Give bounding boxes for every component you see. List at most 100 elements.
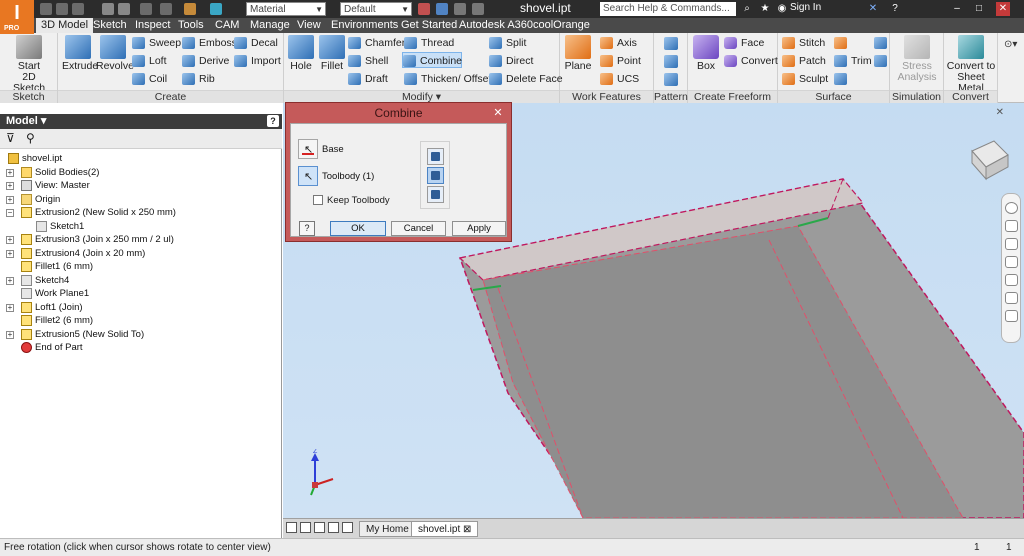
- menu-layout-icon[interactable]: [342, 522, 353, 533]
- shell-button[interactable]: Shell: [348, 53, 388, 69]
- rib-button[interactable]: Rib: [182, 71, 215, 87]
- tree-item[interactable]: − Extrusion2 (New Solid x 250 mm): [0, 206, 282, 220]
- dialog-close-icon[interactable]: ✕: [491, 106, 505, 120]
- search-input[interactable]: Search Help & Commands...: [600, 2, 736, 16]
- tree-item[interactable]: + Extrusion5 (New Solid To): [0, 328, 282, 342]
- cascade-layout-icon[interactable]: [300, 522, 311, 533]
- hole-button[interactable]: Hole: [288, 35, 314, 72]
- ucs-button[interactable]: UCS: [600, 71, 639, 87]
- tree-item[interactable]: + Solid Bodies(2): [0, 166, 282, 180]
- tree-item[interactable]: Sketch1: [0, 220, 282, 234]
- user-icon[interactable]: ◉: [775, 2, 789, 16]
- extrude-button[interactable]: Extrude: [62, 35, 98, 72]
- tab-coolorange[interactable]: coolOrange: [528, 18, 595, 33]
- appearance-combo[interactable]: Default ▼: [340, 2, 412, 16]
- tree-expander-icon[interactable]: +: [6, 330, 14, 339]
- tree-item[interactable]: shovel.ipt: [0, 152, 282, 166]
- minimize-icon[interactable]: –: [950, 2, 964, 16]
- thread-button[interactable]: Thread: [404, 35, 454, 51]
- face-button[interactable]: Face: [724, 35, 764, 51]
- tree-expander-icon[interactable]: +: [6, 249, 14, 258]
- color-icon[interactable]: [210, 3, 222, 15]
- tab-manage[interactable]: Manage: [245, 18, 295, 33]
- orbit-icon[interactable]: [1005, 292, 1018, 304]
- horizontal-layout-icon[interactable]: [328, 522, 339, 533]
- adjust-icon[interactable]: [436, 3, 448, 15]
- ribbon-options-icon[interactable]: ⊙▾: [1004, 39, 1017, 50]
- stitch-button[interactable]: Stitch: [782, 35, 825, 51]
- extend-icon[interactable]: [834, 73, 847, 85]
- split-button[interactable]: Split: [489, 35, 526, 51]
- loft-button[interactable]: Loft: [132, 53, 167, 69]
- tab-environments[interactable]: Environments: [326, 18, 403, 33]
- zoom-window-icon[interactable]: [1005, 274, 1018, 286]
- derive-button[interactable]: Derive: [182, 53, 229, 69]
- emboss-button[interactable]: Emboss: [182, 35, 237, 51]
- tab-tools[interactable]: Tools: [173, 18, 209, 33]
- cut-operation-button[interactable]: [427, 167, 444, 184]
- draft-button[interactable]: Draft: [348, 71, 388, 87]
- binoculars-icon[interactable]: ⌕: [740, 2, 754, 16]
- chamfer-button[interactable]: Chamfer: [348, 35, 405, 51]
- tree-item[interactable]: + Extrusion3 (Join x 250 mm / 2 ul): [0, 233, 282, 247]
- tree-expander-icon[interactable]: −: [6, 209, 14, 217]
- import-button[interactable]: Import: [234, 53, 281, 69]
- filter-icon[interactable]: ⊽: [6, 131, 15, 145]
- close-icon[interactable]: ✕: [996, 2, 1010, 16]
- tree-item[interactable]: + Origin: [0, 193, 282, 207]
- decal-button[interactable]: Decal: [234, 35, 278, 51]
- tree-item[interactable]: End of Part: [0, 341, 282, 355]
- tile-layout-icon[interactable]: [286, 522, 297, 533]
- find-binoculars-icon[interactable]: ⚲: [26, 131, 35, 145]
- toolbody-select-button[interactable]: ↖: [298, 166, 318, 186]
- star-icon[interactable]: ★: [758, 2, 772, 16]
- replace-face-icon[interactable]: [874, 37, 887, 49]
- tree-item[interactable]: Fillet1 (6 mm): [0, 260, 282, 274]
- exchange-icon[interactable]: ✕: [866, 2, 880, 16]
- maximize-icon[interactable]: □: [972, 2, 986, 16]
- circular-pattern-icon[interactable]: [664, 55, 678, 68]
- save-icon[interactable]: [72, 3, 84, 15]
- combine-button[interactable]: Combine: [402, 52, 462, 68]
- open-icon[interactable]: [56, 3, 68, 15]
- app-logo-icon[interactable]: I PRO: [0, 0, 34, 34]
- tree-expander-icon[interactable]: +: [6, 168, 14, 177]
- delete-face-button[interactable]: Delete Face: [489, 71, 563, 87]
- tree-item[interactable]: Fillet2 (6 mm): [0, 314, 282, 328]
- plane-button[interactable]: Plane: [564, 35, 592, 72]
- tree-item[interactable]: + View: Master: [0, 179, 282, 193]
- repair-bodies-icon[interactable]: [874, 55, 887, 67]
- thicken-offset-button[interactable]: Thicken/ Offset: [404, 71, 491, 87]
- tab-cam[interactable]: CAM: [210, 18, 244, 33]
- trim-button[interactable]: Trim: [834, 53, 872, 69]
- keep-toolbody-checkbox[interactable]: [313, 195, 323, 205]
- pan-icon[interactable]: [1005, 238, 1018, 250]
- tab-sketch[interactable]: Sketch: [88, 18, 132, 33]
- tree-item[interactable]: + Loft1 (Join): [0, 301, 282, 315]
- tab-autodesk-a360[interactable]: Autodesk A360: [454, 18, 538, 33]
- intersect-operation-button[interactable]: [427, 186, 444, 203]
- tab-shovel-ipt[interactable]: shovel.ipt ⊠: [411, 521, 479, 537]
- box-button[interactable]: Box: [692, 35, 720, 72]
- parameters-icon[interactable]: [454, 3, 466, 15]
- start-2d-sketch-button[interactable]: Start 2D Sketch: [6, 35, 52, 94]
- update-icon[interactable]: [160, 3, 172, 15]
- sign-in-link[interactable]: Sign In: [790, 2, 821, 13]
- patch-button[interactable]: Patch: [782, 53, 826, 69]
- mirror-icon[interactable]: [664, 73, 678, 86]
- convert-to-sheet-metal-button[interactable]: Convert to Sheet Metal: [944, 35, 998, 94]
- new-icon[interactable]: [40, 3, 52, 15]
- zoom-icon[interactable]: [1005, 256, 1018, 268]
- ok-button[interactable]: OK: [330, 221, 386, 236]
- help-icon[interactable]: ?: [888, 2, 902, 16]
- convert-button[interactable]: Convert: [724, 53, 778, 69]
- sweep-button[interactable]: Sweep: [132, 35, 181, 51]
- clear-appearance-icon[interactable]: [418, 3, 430, 15]
- point-button[interactable]: Point: [600, 53, 641, 69]
- material-combo[interactable]: Material ▼: [246, 2, 326, 16]
- browser-title[interactable]: Model ▾: [6, 115, 46, 127]
- tab-my-home[interactable]: My Home: [359, 521, 416, 537]
- base-select-button[interactable]: ↖: [298, 139, 318, 159]
- tree-expander-icon[interactable]: +: [6, 303, 14, 312]
- cancel-button[interactable]: Cancel: [391, 221, 446, 236]
